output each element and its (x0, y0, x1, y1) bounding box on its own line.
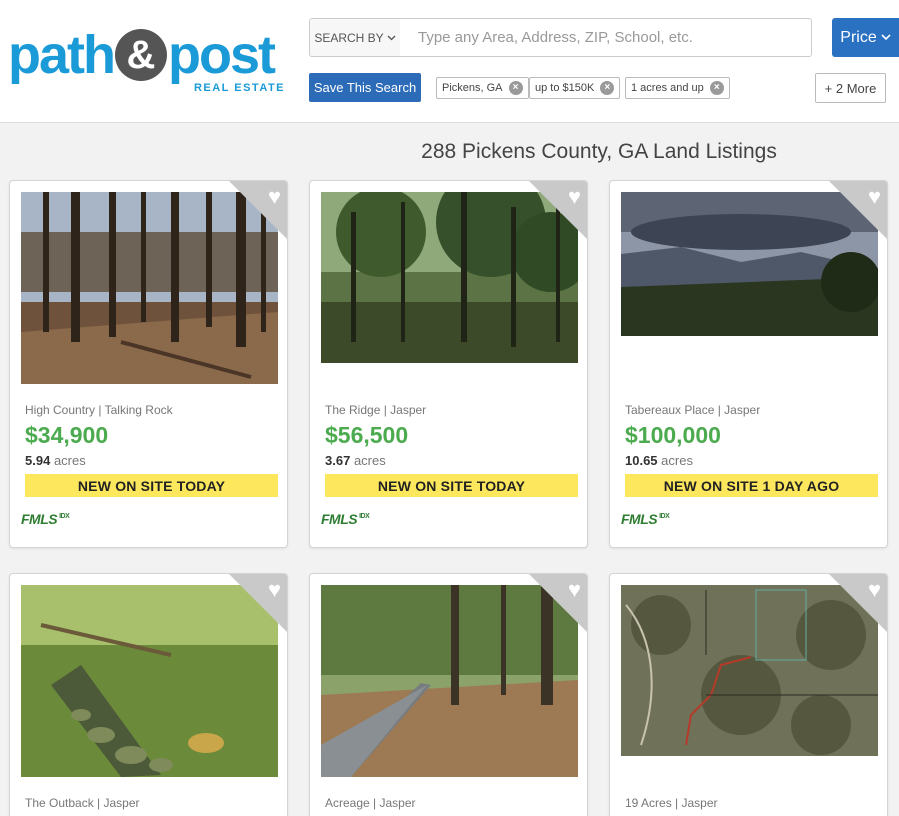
logo-subtitle: REAL ESTATE (193, 82, 285, 94)
filter-chip-acres: 1 acres and up × (625, 77, 730, 99)
listing-location[interactable]: 19 Acres | Jasper (625, 796, 718, 810)
fmls-idx-logo: FMLS IDX (621, 511, 670, 527)
heart-icon[interactable]: ♥ (568, 186, 581, 208)
filter-chip-label: 1 acres and up (631, 82, 704, 94)
fmls-text: FMLS (321, 511, 358, 527)
close-icon[interactable]: × (600, 81, 615, 95)
listing-location[interactable]: The Ridge | Jasper (325, 403, 426, 417)
chevron-down-icon (881, 34, 891, 41)
acres-unit: acres (353, 453, 386, 468)
heart-icon[interactable]: ♥ (268, 186, 281, 208)
listing-price: $100,000 (625, 422, 721, 448)
price-dropdown-button[interactable]: Price (832, 18, 899, 57)
search-by-dropdown[interactable]: SEARCH BY (309, 18, 401, 57)
search-input[interactable] (400, 18, 812, 57)
idx-text: IDX (359, 513, 370, 520)
close-icon[interactable]: × (709, 81, 724, 95)
filter-chip-price: up to $150K × (529, 77, 621, 99)
idx-text: IDX (659, 513, 670, 520)
listing-location[interactable]: The Outback | Jasper (25, 796, 140, 810)
logo-wordmark: path & post (8, 28, 293, 82)
listing-price: $56,500 (325, 422, 409, 448)
fmls-idx-logo: FMLS IDX (21, 511, 70, 527)
acres-value: 5.94 (25, 453, 51, 468)
new-listing-badge: NEW ON SITE TODAY (325, 474, 578, 497)
acres-value: 3.67 (325, 453, 351, 468)
heart-icon[interactable]: ♥ (268, 579, 281, 601)
listing-location[interactable]: Tabereaux Place | Jasper (625, 403, 760, 417)
new-listing-badge: NEW ON SITE TODAY (25, 474, 278, 497)
fmls-text: FMLS (21, 511, 58, 527)
listing-acres: 10.65 acres (625, 453, 693, 468)
price-label: Price (840, 28, 877, 46)
fmls-text: FMLS (621, 511, 658, 527)
logo-word-path: path (8, 25, 116, 85)
heart-icon[interactable]: ♥ (568, 579, 581, 601)
save-search-button[interactable]: Save This Search (309, 73, 421, 102)
filter-chip-label: Pickens, GA (442, 82, 503, 94)
listing-acres: 5.94 acres (25, 453, 86, 468)
new-listing-badge: NEW ON SITE 1 DAY AGO (625, 474, 878, 497)
acres-value: 10.65 (625, 453, 658, 468)
chevron-down-icon (387, 35, 396, 40)
listing-acres: 3.67 acres (325, 453, 386, 468)
filter-chip-label: up to $150K (535, 82, 595, 94)
listing-card[interactable]: ♥ 19 Acres | Jasper (609, 573, 888, 816)
listing-price: $34,900 (25, 422, 109, 448)
listing-card[interactable]: ♥ The Outback | Jasper (9, 573, 288, 816)
filter-chip-location: Pickens, GA × (436, 77, 529, 99)
heart-icon[interactable]: ♥ (868, 579, 881, 601)
listing-card[interactable]: ♥ Acreage | Jasper (309, 573, 588, 816)
listing-card[interactable]: ♥ High Country | Talking Rock $34,900 5.… (9, 180, 288, 548)
listing-location[interactable]: Acreage | Jasper (325, 796, 416, 810)
close-icon[interactable]: × (508, 81, 523, 95)
listing-count-title: 288 Pickens County, GA Land Listings (421, 140, 777, 163)
idx-text: IDX (59, 513, 70, 520)
more-filters-button[interactable]: + 2 More (815, 73, 886, 103)
logo-word-post: post (168, 25, 276, 85)
acres-unit: acres (661, 453, 693, 468)
listing-card[interactable]: ♥ The Ridge | Jasper $56,500 3.67 acres … (309, 180, 588, 548)
heart-icon[interactable]: ♥ (868, 186, 881, 208)
listing-card[interactable]: ♥ Tabereaux Place | Jasper $100,000 10.6… (609, 180, 888, 548)
search-by-label: SEARCH BY (314, 30, 384, 45)
acres-unit: acres (53, 453, 86, 468)
path-and-post-logo[interactable]: path & post REAL ESTATE (8, 28, 293, 98)
fmls-idx-logo: FMLS IDX (321, 511, 370, 527)
listing-location[interactable]: High Country | Talking Rock (25, 403, 173, 417)
header: path & post REAL ESTATE SEARCH BY Price … (0, 0, 899, 123)
logo-ampersand: & (115, 29, 167, 81)
